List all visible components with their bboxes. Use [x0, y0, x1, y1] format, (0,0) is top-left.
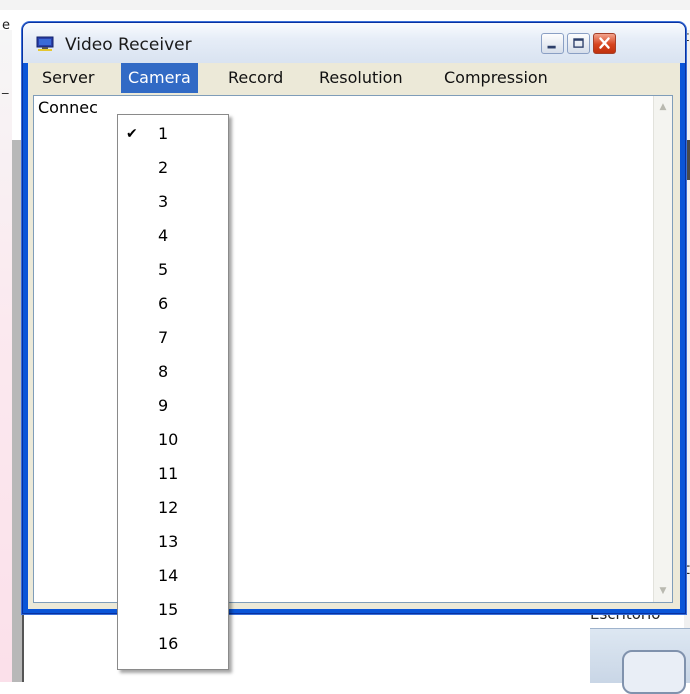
camera-menu-item-label: 14	[158, 566, 179, 585]
vertical-scrollbar[interactable]: ▲ ▼	[653, 96, 672, 602]
window-title: Video Receiver	[65, 35, 192, 55]
camera-menu-item-label: 13	[158, 532, 179, 551]
camera-menu-item-label: 7	[158, 328, 169, 347]
camera-menu-item-6[interactable]: 6	[118, 287, 228, 321]
camera-menu-item-label: 9	[158, 396, 169, 415]
camera-menu-item-label: 2	[158, 158, 169, 177]
camera-menu-item-3[interactable]: 3	[118, 185, 228, 219]
camera-menu-item-label: 10	[158, 430, 179, 449]
desktop-background-left	[0, 30, 12, 682]
camera-menu-item-1[interactable]: ✔ 1	[118, 117, 228, 151]
camera-menu-item-12[interactable]: 12	[118, 491, 228, 525]
maximize-icon	[573, 38, 584, 48]
camera-menu-item-2[interactable]: 2	[118, 151, 228, 185]
camera-menu-item-13[interactable]: 13	[118, 525, 228, 559]
scroll-up-arrow-icon[interactable]: ▲	[654, 98, 672, 116]
desktop-background-top	[0, 0, 690, 10]
camera-menu-item-label: 15	[158, 600, 179, 619]
camera-menu-item-10[interactable]: 10	[118, 423, 228, 457]
menu-compression[interactable]: Compression	[437, 63, 555, 93]
maximize-button[interactable]	[567, 33, 590, 54]
menu-resolution[interactable]: Resolution	[312, 63, 410, 93]
close-icon	[599, 37, 610, 49]
camera-menu-item-11[interactable]: 11	[118, 457, 228, 491]
camera-menu-item-9[interactable]: 9	[118, 389, 228, 423]
menu-bar: Server Camera Record Resolution Compress…	[28, 63, 680, 93]
checkmark-icon: ✔	[126, 126, 138, 142]
camera-menu-item-label: 3	[158, 192, 169, 211]
camera-menu-item-15[interactable]: 15	[118, 593, 228, 627]
camera-menu-item-16[interactable]: 16	[118, 627, 228, 661]
background-panel	[24, 612, 590, 682]
camera-menu-item-label: 11	[158, 464, 179, 483]
close-button[interactable]	[593, 33, 616, 54]
menu-record[interactable]: Record	[221, 63, 290, 93]
camera-menu-item-label: 16	[158, 634, 179, 653]
camera-menu-item-label: 8	[158, 362, 169, 381]
title-bar[interactable]: Video Receiver	[23, 23, 685, 63]
background-window-edge	[12, 140, 22, 682]
camera-menu-item-4[interactable]: 4	[118, 219, 228, 253]
monitor-app-icon[interactable]	[36, 36, 54, 52]
camera-menu-item-label: 5	[158, 260, 169, 279]
background-text-fragment: e	[2, 18, 10, 33]
camera-menu-item-label: 6	[158, 294, 169, 313]
camera-dropdown-menu: ✔ 1 2 3 4 5 6 7 8 9 10 11 12 13 14 15 16	[117, 114, 229, 670]
scroll-down-arrow-icon[interactable]: ▼	[654, 582, 672, 600]
minimize-icon	[547, 45, 556, 49]
camera-menu-item-14[interactable]: 14	[118, 559, 228, 593]
camera-menu-item-label: 4	[158, 226, 169, 245]
camera-menu-item-8[interactable]: 8	[118, 355, 228, 389]
menu-server[interactable]: Server	[35, 63, 101, 93]
camera-menu-item-5[interactable]: 5	[118, 253, 228, 287]
camera-menu-item-label: 1	[158, 124, 169, 143]
background-button	[622, 650, 686, 694]
background-text-fragment: _	[2, 80, 9, 95]
camera-menu-item-7[interactable]: 7	[118, 321, 228, 355]
log-text: Connec	[38, 98, 98, 117]
menu-camera[interactable]: Camera	[121, 63, 198, 93]
camera-menu-item-label: 12	[158, 498, 179, 517]
minimize-button[interactable]	[541, 33, 564, 54]
